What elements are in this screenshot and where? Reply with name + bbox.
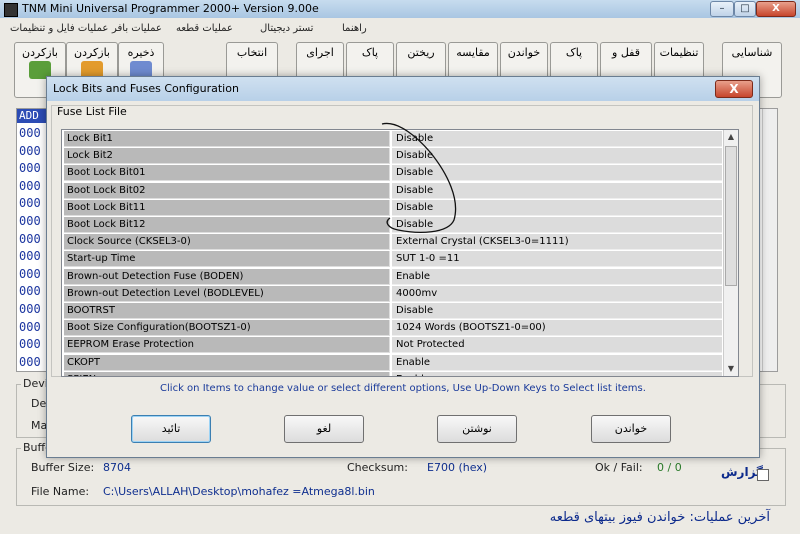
fuse-value[interactable]: SUT 1-0 =11: [392, 251, 722, 268]
lock-fuse-label: قفل و: [612, 46, 640, 59]
fuse-row[interactable]: Start-up Time SUT 1-0 =11: [62, 251, 722, 268]
scroll-thumb[interactable]: [725, 146, 737, 286]
buffer-size-label: Buffer Size:: [31, 461, 95, 474]
menu-bar: عملیات فایل و تنظیمات عملیات بافر عملیات…: [0, 22, 800, 38]
fuse-name: Boot Lock Bit01: [64, 165, 390, 182]
app-title: TNM Mini Universal Programmer 2000+ Vers…: [22, 2, 319, 15]
fuse-name: Brown-out Detection Level (BODLEVEL): [64, 285, 390, 302]
report-checkbox[interactable]: [757, 469, 769, 481]
fuse-name: Boot Lock Bit02: [64, 182, 390, 199]
fuse-value[interactable]: Enable: [392, 371, 722, 376]
hex-address-cell: 000: [19, 319, 41, 334]
fuse-value[interactable]: Not Protected: [392, 337, 722, 354]
fuse-name: BOOTRST: [64, 303, 390, 319]
open-file-label: بازکردن: [21, 46, 58, 59]
hex-address-cell: 000: [19, 249, 41, 264]
hex-address-cell: 000: [19, 214, 41, 228]
fuse-name: Lock Bit1: [64, 131, 390, 147]
checksum-label: Checksum:: [347, 461, 408, 474]
fuse-name: EEPROM Erase Protection: [64, 337, 390, 354]
compare-label: مقایسه: [456, 46, 490, 59]
fuse-name: Boot Lock Bit11: [64, 199, 390, 216]
select-device-label: انتخاب: [236, 46, 268, 59]
menu-file-settings[interactable]: عملیات فایل و تنظیمات: [10, 23, 108, 34]
settings-label: تنظیمات: [659, 46, 699, 59]
menu-help[interactable]: راهنما: [342, 23, 367, 34]
open-buffer-label: بازکردن: [73, 46, 110, 59]
hex-address-cell: 000: [19, 354, 41, 369]
checksum-value: E700 (hex): [427, 461, 488, 474]
fuse-row[interactable]: SPIENEnable: [62, 371, 722, 376]
dialog-hint: Click on Items to change value or select…: [160, 383, 646, 394]
buffer-size-value: 8704: [103, 461, 131, 474]
fuse-row[interactable]: Brown-out Detection Fuse (BODEN) Enable: [62, 268, 722, 285]
fuse-name: Brown-out Detection Fuse (BODEN): [64, 268, 390, 285]
fuse-row[interactable]: BOOTRST Disable: [62, 303, 722, 319]
hex-address-cell: 000: [19, 161, 41, 176]
last-operation-status: آخرین عملیات: خواندن فیوز بیتهای قطعه: [549, 510, 770, 525]
fuse-value[interactable]: 1024 Words (BOOTSZ1-0=00): [392, 320, 722, 337]
dialog-title-bar: Lock Bits and Fuses Configuration X: [47, 77, 759, 101]
okfail-label: Ok / Fail:: [595, 461, 643, 474]
main-window: TNM Mini Universal Programmer 2000+ Vers…: [0, 0, 800, 534]
fuse-row[interactable]: Boot Size Configuration(BOOTSZ1-0) 1024 W…: [62, 320, 722, 337]
fuse-name: Start-up Time: [64, 251, 390, 268]
program-label: ریختن: [407, 46, 435, 59]
hex-address-cell: 000: [19, 143, 41, 158]
dialog-close-button[interactable]: X: [715, 80, 753, 98]
hex-address-cell: 000: [19, 266, 41, 281]
cancel-button[interactable]: لغو: [284, 415, 364, 443]
maximize-button[interactable]: □: [734, 1, 756, 17]
okfail-value: 0 / 0: [657, 461, 682, 474]
hand-drawn-circle-annotation: [381, 122, 457, 233]
hex-address-cell: 000: [19, 231, 41, 246]
app-icon: [4, 3, 18, 17]
scroll-up-arrow-icon[interactable]: ▲: [724, 130, 738, 144]
fuse-row[interactable]: EEPROM Erase Protection Not Protected: [62, 337, 722, 354]
fuse-row[interactable]: CKOPT Enable: [62, 354, 722, 371]
fuse-name: CKOPT: [64, 354, 390, 371]
hex-address-cell: 000: [19, 302, 41, 316]
fuse-value[interactable]: Enable: [392, 268, 722, 285]
file-name-label: File Name:: [31, 485, 90, 498]
minimize-button[interactable]: –: [710, 1, 734, 17]
title-bar: TNM Mini Universal Programmer 2000+ Vers…: [0, 0, 800, 18]
menu-device[interactable]: عملیات قطعه: [176, 23, 233, 34]
fuse-value[interactable]: Enable: [392, 354, 722, 371]
read-label: خواندن: [507, 46, 541, 59]
close-button[interactable]: X: [756, 1, 796, 17]
erase-label: پاک: [361, 46, 379, 59]
fuse-name: Clock Source (CKSEL3-0): [64, 234, 390, 251]
hex-address-cell: 000: [19, 126, 41, 140]
file-name-value: C:\Users\ALLAH\Desktop\mohafez =Atmega8l…: [103, 485, 375, 498]
hex-address-cell: 000: [19, 196, 41, 211]
fuse-name: Boot Lock Bit12: [64, 217, 390, 233]
read-fuses-button[interactable]: خواندن: [591, 415, 671, 443]
hex-address-cell: 000: [19, 337, 41, 352]
ok-button[interactable]: تائید: [131, 415, 211, 443]
menu-buffer[interactable]: عملیات بافر: [112, 23, 162, 34]
scroll-down-arrow-icon[interactable]: ▼: [724, 362, 738, 376]
fuse-value[interactable]: Disable: [392, 303, 722, 319]
blank-erase-label: پاک: [565, 46, 583, 59]
write-button[interactable]: نوشتن: [437, 415, 517, 443]
menu-digital-tester[interactable]: تستر دیجیتال: [260, 23, 313, 34]
fuse-name: Boot Size Configuration(BOOTSZ1-0): [64, 320, 390, 337]
hex-address-cell: 000: [19, 178, 41, 193]
fuse-list-caption: Fuse List File: [57, 105, 127, 118]
save-label: ذخیره: [127, 46, 155, 59]
fuse-value[interactable]: 4000mv: [392, 285, 722, 302]
manufacturer-row-label: Ma: [31, 419, 48, 432]
dialog-title: Lock Bits and Fuses Configuration: [53, 82, 239, 95]
fuse-name: Lock Bit2: [64, 148, 390, 165]
identify-label: شناسایی: [731, 46, 773, 59]
fuse-name: SPIEN: [64, 371, 390, 376]
hex-scrollbar[interactable]: [762, 109, 777, 371]
execute-label: اجرای: [306, 46, 334, 59]
hex-address-cell: 000: [19, 284, 41, 299]
fuse-row[interactable]: Brown-out Detection Level (BODLEVEL) 4000…: [62, 285, 722, 302]
fuse-list-scrollbar[interactable]: ▲ ▼: [723, 130, 738, 376]
